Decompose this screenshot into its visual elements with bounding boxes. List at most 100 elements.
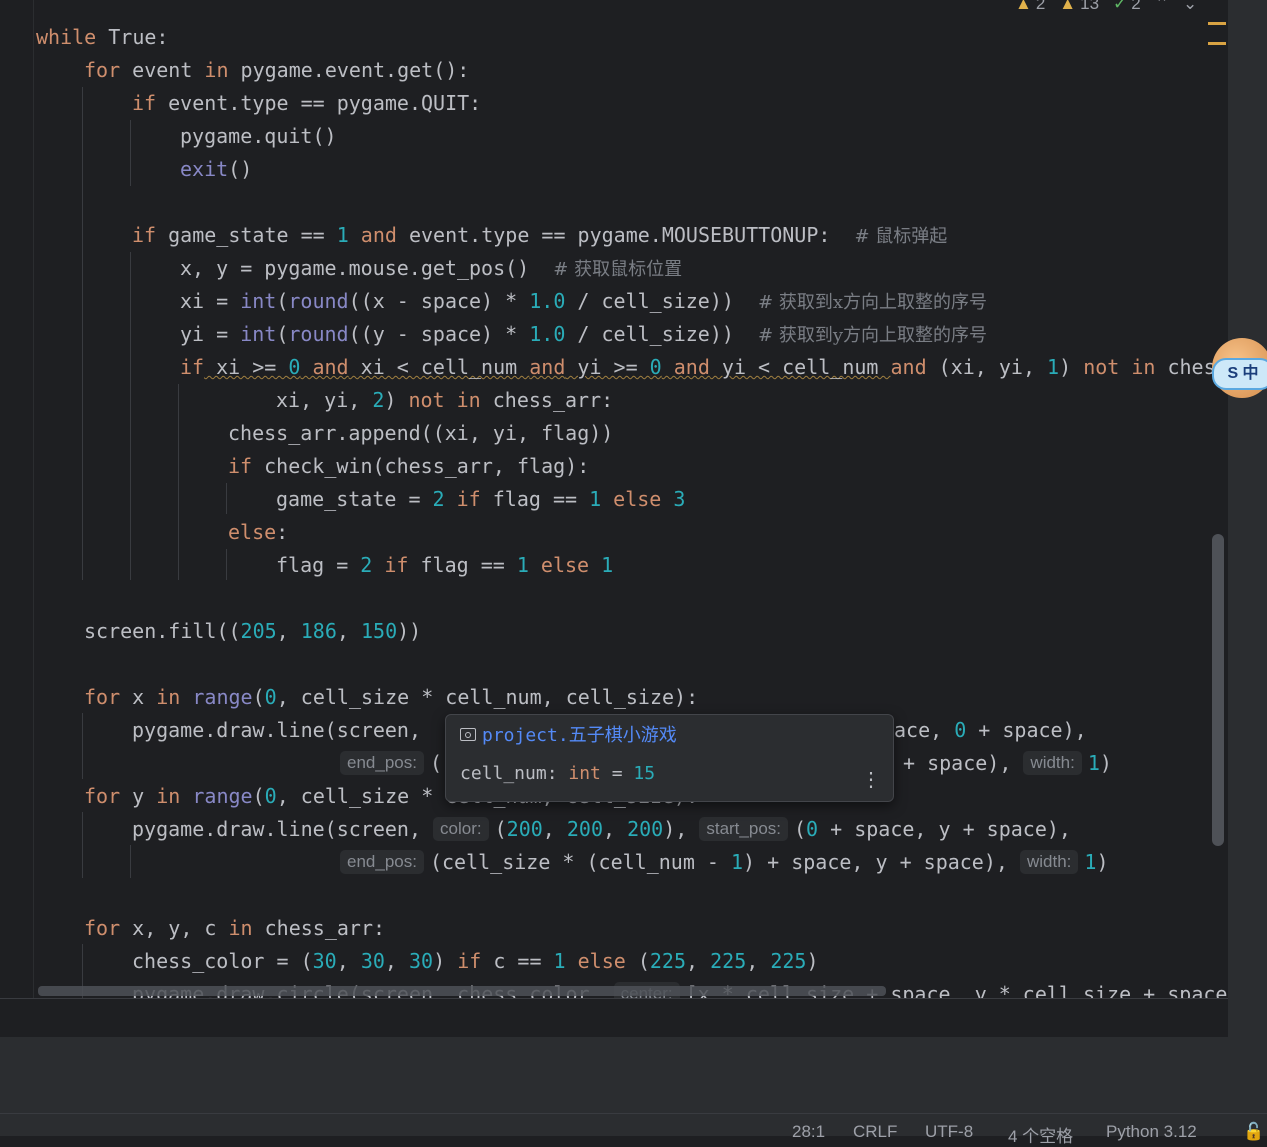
- package-path[interactable]: project.五子棋小游戏: [460, 721, 677, 747]
- line-separator[interactable]: CRLF: [853, 1122, 897, 1142]
- code-text: ,: [336, 949, 361, 973]
- code-text: y: [120, 784, 157, 808]
- code-text: , cell_size * cell_num, cell_size):: [276, 685, 699, 709]
- code-line[interactable]: exit(): [180, 153, 252, 186]
- code-line[interactable]: if event.type == pygame.QUIT:: [132, 87, 481, 120]
- keyword: else: [528, 553, 590, 577]
- code-text: pygame.quit(): [180, 124, 337, 148]
- chevron-down-icon[interactable]: ⌄: [1183, 0, 1197, 14]
- keyword: not in: [408, 388, 481, 412]
- code-text: ): [433, 949, 458, 973]
- code-text: (): [228, 157, 253, 181]
- lock-icon[interactable]: 🔓: [1243, 1122, 1264, 1142]
- code-line[interactable]: if game_state == 1 and event.type == pyg…: [132, 219, 947, 252]
- number: 1: [1084, 850, 1097, 874]
- code-line[interactable]: for x, y, c in chess_arr:: [84, 912, 385, 945]
- python-interpreter[interactable]: Python 3.12: [1106, 1122, 1197, 1142]
- code-text: flag ==: [408, 553, 517, 577]
- code-line[interactable]: screen.fill((205, 186, 150)): [84, 615, 421, 648]
- code-line[interactable]: xi = int(round((x - space) * 1.0 / cell_…: [180, 285, 987, 318]
- code-line[interactable]: for event in pygame.event.get():: [84, 54, 469, 87]
- comment: # 获取到x方向上取整的序号: [758, 292, 987, 313]
- code-line[interactable]: for x in range(0, cell_size * cell_num, …: [84, 681, 698, 714]
- signature-type: int: [568, 763, 601, 784]
- number: 0: [288, 355, 301, 379]
- code-line[interactable]: chess_color = (30, 30, 30) if c == 1 els…: [132, 945, 819, 978]
- builtin: round: [288, 322, 349, 346]
- code-line[interactable]: xi, yi, 2) not in chess_arr:: [276, 384, 613, 417]
- code-text: + space),: [966, 718, 1087, 742]
- vertical-scrollbar[interactable]: [1212, 534, 1224, 846]
- code-text: ),: [663, 817, 700, 841]
- code-text: pygame.draw.line(screen,: [132, 718, 434, 742]
- code-line[interactable]: if xi >= 0 and xi < cell_num and yi >= 0…: [180, 351, 1216, 384]
- code-text: (: [252, 685, 265, 709]
- code-line-tail[interactable]: ace, 0 + space),: [894, 714, 1087, 747]
- more-options-icon[interactable]: ⋮: [861, 769, 881, 789]
- indent-guide: [82, 87, 83, 580]
- number: 186: [300, 619, 337, 643]
- code-line[interactable]: x, y = pygame.mouse.get_pos() # 获取鼠标位置: [180, 252, 682, 285]
- builtin: int: [240, 289, 277, 313]
- code-text: screen.fill((: [84, 619, 241, 643]
- number: 1: [1087, 751, 1100, 775]
- comment: # 获取鼠标位置: [553, 259, 683, 280]
- code-text: yi < cell_num: [709, 355, 891, 379]
- quick-documentation-popup[interactable]: project.五子棋小游戏 cell_num: int = 15 ⋮: [445, 714, 894, 802]
- status-bar: 28:1 CRLF UTF-8 4 个空格 Python 3.12 🔓: [0, 1113, 1267, 1146]
- code-text: xi >=: [204, 355, 289, 379]
- code-text: (: [429, 751, 442, 775]
- number: 0: [649, 355, 662, 379]
- code-line[interactable]: else:: [228, 516, 288, 549]
- weak-warning-icon: ▲: [1059, 0, 1077, 13]
- keyword: else: [565, 949, 626, 973]
- code-text: (: [276, 289, 289, 313]
- keyword: if: [132, 91, 157, 115]
- file-encoding[interactable]: UTF-8: [925, 1122, 973, 1142]
- keyword: else: [601, 487, 662, 511]
- horizontal-scrollbar[interactable]: [38, 986, 886, 996]
- typo-check-icon: ✓: [1113, 0, 1128, 13]
- code-line[interactable]: chess_arr.append((xi, yi, flag)): [228, 417, 613, 450]
- code-line[interactable]: end_pos: (cell_size * (cell_num - 1) + sp…: [340, 846, 1109, 879]
- signature-eq: =: [600, 763, 634, 784]
- inspection-widget[interactable]: ▲ 2 ▲ 13 ✓ 2 ⌃ ⌄: [1015, 0, 1197, 16]
- code-line[interactable]: pygame.draw.line(screen,: [132, 714, 433, 747]
- code-text: ches: [1155, 355, 1216, 379]
- code-text: ((x - space) *: [348, 289, 530, 313]
- builtin: round: [288, 289, 349, 313]
- builtin: exit: [180, 157, 229, 181]
- code-line[interactable]: pygame.draw.line(screen, color: (200, 200…: [132, 813, 1071, 846]
- gutter-divider: [33, 0, 34, 998]
- number: 225: [710, 949, 747, 973]
- indent-guide: [130, 845, 131, 878]
- code-text: / cell_size)): [565, 322, 759, 346]
- code-line[interactable]: game_state = 2 if flag == 1 else 3: [276, 483, 685, 516]
- chevron-up-icon[interactable]: ⌃: [1155, 0, 1169, 14]
- package-name[interactable]: project.五子棋小游戏: [482, 721, 677, 747]
- code-text: (: [252, 784, 265, 808]
- code-line[interactable]: while True:: [36, 21, 168, 54]
- bottom-panel: [0, 1037, 1228, 1113]
- indent-guide: [82, 713, 83, 779]
- code-text: True:: [96, 25, 169, 49]
- keyword: while: [36, 25, 97, 49]
- code-text: ,: [686, 949, 711, 973]
- error-stripe-mark[interactable]: [1208, 42, 1226, 45]
- code-line[interactable]: yi = int(round((y - space) * 1.0 / cell_…: [180, 318, 987, 351]
- keyword: for: [84, 685, 121, 709]
- indent-guide: [130, 252, 131, 580]
- code-editor[interactable]: while True: for event in pygame.event.ge…: [0, 0, 1228, 998]
- code-text: (xi, yi,: [926, 355, 1048, 379]
- error-stripe-mark[interactable]: [1208, 22, 1226, 25]
- code-line[interactable]: pygame.quit(): [180, 120, 337, 153]
- number: 2: [432, 487, 445, 511]
- weak-warning-count: 13: [1080, 0, 1100, 13]
- caret-position[interactable]: 28:1: [792, 1122, 825, 1142]
- code-line[interactable]: flag = 2 if flag == 1 else 1: [276, 549, 613, 582]
- code-text: ): [806, 949, 819, 973]
- code-line-tail[interactable]: + space), width: 1): [903, 747, 1112, 780]
- code-line[interactable]: end_pos:(: [340, 747, 442, 780]
- code-line[interactable]: if check_win(chess_arr, flag):: [228, 450, 589, 483]
